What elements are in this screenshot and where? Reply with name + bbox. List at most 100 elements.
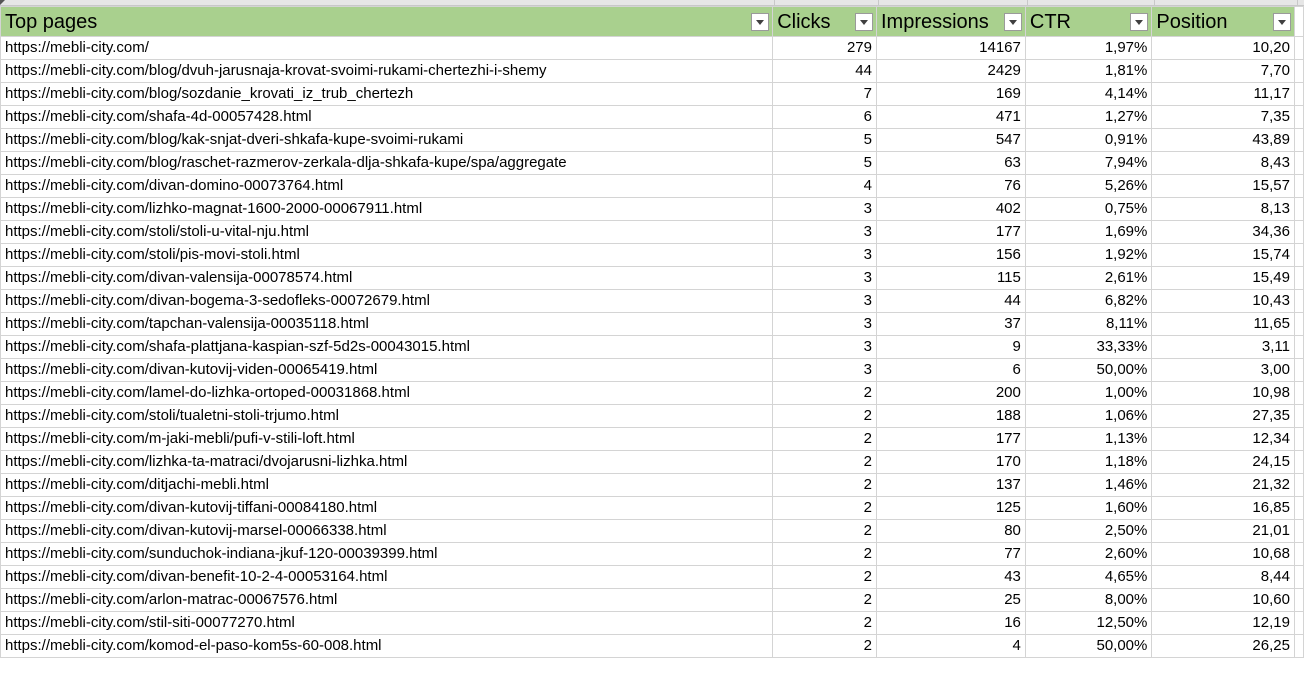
cell-impressions[interactable]: 402 <box>875 197 1026 221</box>
cell-impressions[interactable]: 115 <box>875 266 1026 290</box>
cell-impressions[interactable]: 177 <box>875 427 1026 451</box>
cell-impressions[interactable]: 14167 <box>875 36 1026 60</box>
cell-position[interactable]: 34,36 <box>1151 220 1295 244</box>
empty-cell[interactable] <box>1293 473 1304 497</box>
cell-position[interactable]: 10,20 <box>1151 36 1295 60</box>
cell-ctr[interactable]: 5,26% <box>1024 174 1153 198</box>
cell-clicks[interactable]: 3 <box>772 335 877 359</box>
cell-impressions[interactable]: 63 <box>875 151 1026 175</box>
filter-dropdown-icon[interactable] <box>1130 13 1149 31</box>
cell-impressions[interactable]: 177 <box>875 220 1026 244</box>
cell-clicks[interactable]: 44 <box>772 59 877 83</box>
cell-ctr[interactable]: 12,50% <box>1024 611 1153 635</box>
cell-clicks[interactable]: 3 <box>772 197 877 221</box>
empty-cell[interactable] <box>1293 358 1304 382</box>
cell-position[interactable]: 3,00 <box>1151 358 1295 382</box>
cell-url[interactable]: https://mebli-city.com/divan-kutovij-vid… <box>0 358 774 382</box>
filter-dropdown-icon[interactable] <box>1003 13 1022 31</box>
cell-impressions[interactable]: 2429 <box>875 59 1026 83</box>
cell-position[interactable]: 15,74 <box>1151 243 1295 267</box>
header-ctr[interactable]: CTR <box>1024 6 1153 37</box>
cell-position[interactable]: 43,89 <box>1151 128 1295 152</box>
cell-impressions[interactable]: 4 <box>875 634 1026 658</box>
empty-cell[interactable] <box>1293 542 1304 566</box>
cell-ctr[interactable]: 4,14% <box>1024 82 1153 106</box>
cell-url[interactable]: https://mebli-city.com/stoli/stoli-u-vit… <box>0 220 774 244</box>
cell-clicks[interactable]: 2 <box>772 427 877 451</box>
cell-clicks[interactable]: 3 <box>772 312 877 336</box>
header-position[interactable]: Position <box>1151 6 1295 37</box>
cell-position[interactable]: 10,98 <box>1151 381 1295 405</box>
empty-cell[interactable] <box>1293 82 1304 106</box>
empty-cell[interactable] <box>1293 266 1304 290</box>
cell-impressions[interactable]: 43 <box>875 565 1026 589</box>
cell-ctr[interactable]: 0,75% <box>1024 197 1153 221</box>
cell-impressions[interactable]: 188 <box>875 404 1026 428</box>
cell-url[interactable]: https://mebli-city.com/m-jaki-mebli/pufi… <box>0 427 774 451</box>
cell-url[interactable]: https://mebli-city.com/blog/kak-snjat-dv… <box>0 128 774 152</box>
cell-clicks[interactable]: 6 <box>772 105 877 129</box>
empty-cell[interactable] <box>1293 105 1304 129</box>
cell-ctr[interactable]: 6,82% <box>1024 289 1153 313</box>
empty-cell[interactable] <box>1293 496 1304 520</box>
cell-position[interactable]: 24,15 <box>1151 450 1295 474</box>
cell-url[interactable]: https://mebli-city.com/ <box>0 36 774 60</box>
empty-cell[interactable] <box>1293 611 1304 635</box>
cell-clicks[interactable]: 3 <box>772 358 877 382</box>
cell-url[interactable]: https://mebli-city.com/blog/sozdanie_kro… <box>0 82 774 106</box>
empty-cell[interactable] <box>1293 335 1304 359</box>
cell-url[interactable]: https://mebli-city.com/lamel-do-lizhka-o… <box>0 381 774 405</box>
cell-clicks[interactable]: 3 <box>772 243 877 267</box>
header-clicks[interactable]: Clicks <box>772 6 877 37</box>
cell-ctr[interactable]: 33,33% <box>1024 335 1153 359</box>
cell-impressions[interactable]: 16 <box>875 611 1026 635</box>
cell-impressions[interactable]: 170 <box>875 450 1026 474</box>
cell-position[interactable]: 10,68 <box>1151 542 1295 566</box>
empty-cell[interactable] <box>1293 243 1304 267</box>
cell-clicks[interactable]: 2 <box>772 611 877 635</box>
cell-url[interactable]: https://mebli-city.com/divan-bogema-3-se… <box>0 289 774 313</box>
cell-impressions[interactable]: 547 <box>875 128 1026 152</box>
empty-cell[interactable] <box>1293 427 1304 451</box>
cell-clicks[interactable]: 4 <box>772 174 877 198</box>
cell-ctr[interactable]: 2,50% <box>1024 519 1153 543</box>
empty-cell[interactable] <box>1293 151 1304 175</box>
cell-ctr[interactable]: 50,00% <box>1024 358 1153 382</box>
empty-cell[interactable] <box>1293 588 1304 612</box>
cell-clicks[interactable]: 2 <box>772 496 877 520</box>
cell-ctr[interactable]: 1,06% <box>1024 404 1153 428</box>
cell-clicks[interactable]: 3 <box>772 266 877 290</box>
cell-clicks[interactable]: 5 <box>772 128 877 152</box>
cell-impressions[interactable]: 37 <box>875 312 1026 336</box>
cell-url[interactable]: https://mebli-city.com/shafa-4d-00057428… <box>0 105 774 129</box>
cell-position[interactable]: 3,11 <box>1151 335 1295 359</box>
cell-position[interactable]: 15,49 <box>1151 266 1295 290</box>
cell-clicks[interactable]: 2 <box>772 565 877 589</box>
cell-position[interactable]: 8,43 <box>1151 151 1295 175</box>
cell-clicks[interactable]: 7 <box>772 82 877 106</box>
empty-cell[interactable] <box>1293 59 1304 83</box>
cell-clicks[interactable]: 2 <box>772 634 877 658</box>
cell-url[interactable]: https://mebli-city.com/stil-siti-0007727… <box>0 611 774 635</box>
cell-url[interactable]: https://mebli-city.com/blog/dvuh-jarusna… <box>0 59 774 83</box>
cell-position[interactable]: 12,34 <box>1151 427 1295 451</box>
cell-clicks[interactable]: 2 <box>772 381 877 405</box>
cell-ctr[interactable]: 1,13% <box>1024 427 1153 451</box>
cell-clicks[interactable]: 2 <box>772 473 877 497</box>
filter-dropdown-icon[interactable] <box>854 13 873 31</box>
cell-url[interactable]: https://mebli-city.com/divan-kutovij-tif… <box>0 496 774 520</box>
empty-cell[interactable] <box>1293 197 1304 221</box>
cell-ctr[interactable]: 1,27% <box>1024 105 1153 129</box>
cell-impressions[interactable]: 25 <box>875 588 1026 612</box>
cell-clicks[interactable]: 5 <box>772 151 877 175</box>
empty-cell[interactable] <box>1293 381 1304 405</box>
cell-position[interactable]: 11,17 <box>1151 82 1295 106</box>
cell-impressions[interactable]: 156 <box>875 243 1026 267</box>
cell-position[interactable]: 10,60 <box>1151 588 1295 612</box>
cell-url[interactable]: https://mebli-city.com/lizhko-magnat-160… <box>0 197 774 221</box>
cell-ctr[interactable]: 4,65% <box>1024 565 1153 589</box>
cell-ctr[interactable]: 1,18% <box>1024 450 1153 474</box>
cell-impressions[interactable]: 76 <box>875 174 1026 198</box>
cell-clicks[interactable]: 3 <box>772 220 877 244</box>
cell-url[interactable]: https://mebli-city.com/arlon-matrac-0006… <box>0 588 774 612</box>
